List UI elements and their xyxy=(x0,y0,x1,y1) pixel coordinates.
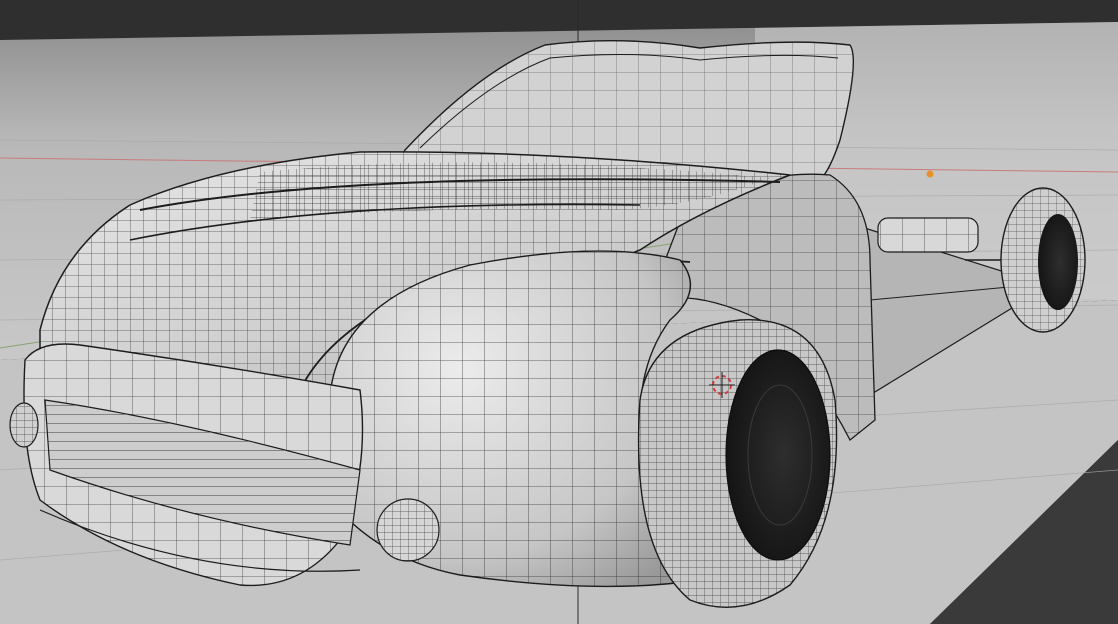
rear-wheel xyxy=(1000,187,1086,333)
light-object-icon[interactable] xyxy=(926,170,934,178)
rear-tire-inner xyxy=(1038,214,1078,310)
viewport-canvas[interactable] xyxy=(0,0,1118,624)
fog-light-right xyxy=(376,498,440,562)
front-tire-inner xyxy=(725,349,831,561)
3d-viewport[interactable] xyxy=(0,0,1118,624)
fog-light-left xyxy=(9,402,39,448)
